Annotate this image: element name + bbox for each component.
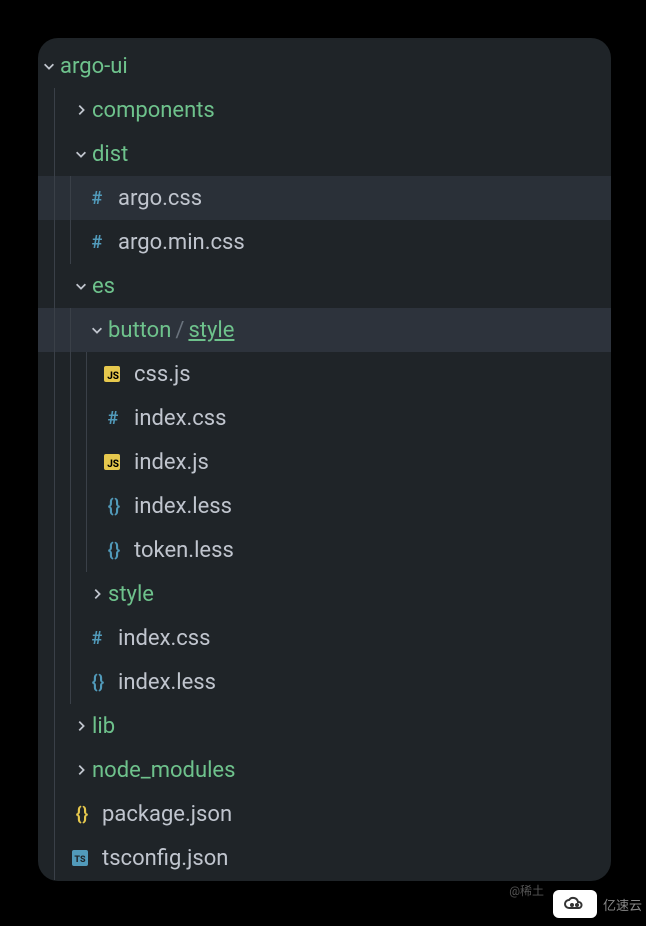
ts-file-icon: TS (72, 850, 88, 866)
chevron-right-icon (86, 587, 108, 601)
folder-label: dist (92, 142, 128, 167)
css-file-icon: # (102, 408, 124, 429)
folder-label: components (92, 98, 215, 123)
chevron-down-icon (86, 323, 108, 337)
file-label: tsconfig.json (102, 846, 228, 871)
less-file-icon: { } (86, 672, 108, 693)
tree-item-argo-css[interactable]: # argo.css (38, 176, 611, 220)
file-label: index.less (134, 494, 232, 519)
folder-label: style (108, 582, 154, 607)
tree-item-index-less[interactable]: { } index.less (38, 484, 611, 528)
css-file-icon: # (86, 628, 108, 649)
tree-item-lib[interactable]: lib (38, 704, 611, 748)
tree-item-es-index-less[interactable]: { } index.less (38, 660, 611, 704)
folder-label: argo-ui (60, 54, 128, 79)
file-label: index.css (134, 406, 227, 431)
file-label: package.json (102, 802, 232, 827)
watermark-brand: 亿速云 (603, 895, 642, 914)
tree-item-button-style[interactable]: button/style (38, 308, 611, 352)
tree-item-tsconfig-json[interactable]: TS tsconfig.json (38, 836, 611, 880)
chevron-right-icon (70, 103, 92, 117)
tree-item-argo-min-css[interactable]: # argo.min.css (38, 220, 611, 264)
css-file-icon: # (86, 188, 108, 209)
file-explorer-panel: argo-ui components dist # argo.css # arg… (38, 38, 611, 881)
tree-item-style-folder[interactable]: style (38, 572, 611, 616)
watermark-text: @稀土 (509, 882, 544, 899)
css-file-icon: # (86, 232, 108, 253)
chevron-right-icon (70, 719, 92, 733)
tree-item-argo-ui[interactable]: argo-ui (38, 44, 611, 88)
chevron-down-icon (70, 279, 92, 293)
watermark: 亿速云 (553, 890, 642, 918)
cloud-icon (553, 890, 597, 918)
file-label: index.js (134, 450, 209, 475)
tree-item-index-css[interactable]: # index.css (38, 396, 611, 440)
less-file-icon: { } (102, 540, 124, 561)
folder-label: es (92, 274, 115, 299)
tree-item-dist[interactable]: dist (38, 132, 611, 176)
tree-item-es-index-css[interactable]: # index.css (38, 616, 611, 660)
file-label: argo.min.css (118, 230, 245, 255)
tree-item-node-modules[interactable]: node_modules (38, 748, 611, 792)
tree-item-es[interactable]: es (38, 264, 611, 308)
file-label: index.css (118, 626, 211, 651)
tree-item-css-js[interactable]: JS css.js (38, 352, 611, 396)
tree-item-components[interactable]: components (38, 88, 611, 132)
folder-path: button/style (108, 318, 234, 343)
tree-item-package-json[interactable]: { } package.json (38, 792, 611, 836)
tree-item-token-less[interactable]: { } token.less (38, 528, 611, 572)
less-file-icon: { } (102, 496, 124, 517)
file-label: argo.css (118, 186, 202, 211)
chevron-right-icon (70, 763, 92, 777)
json-file-icon: { } (70, 804, 92, 825)
js-file-icon: JS (104, 366, 120, 382)
js-file-icon: JS (104, 454, 120, 470)
folder-label: node_modules (92, 758, 235, 783)
folder-label: lib (92, 714, 115, 739)
file-label: index.less (118, 670, 216, 695)
file-label: token.less (134, 538, 234, 563)
tree-item-index-js[interactable]: JS index.js (38, 440, 611, 484)
file-label: css.js (134, 362, 191, 387)
chevron-down-icon (70, 147, 92, 161)
chevron-down-icon (38, 59, 60, 73)
